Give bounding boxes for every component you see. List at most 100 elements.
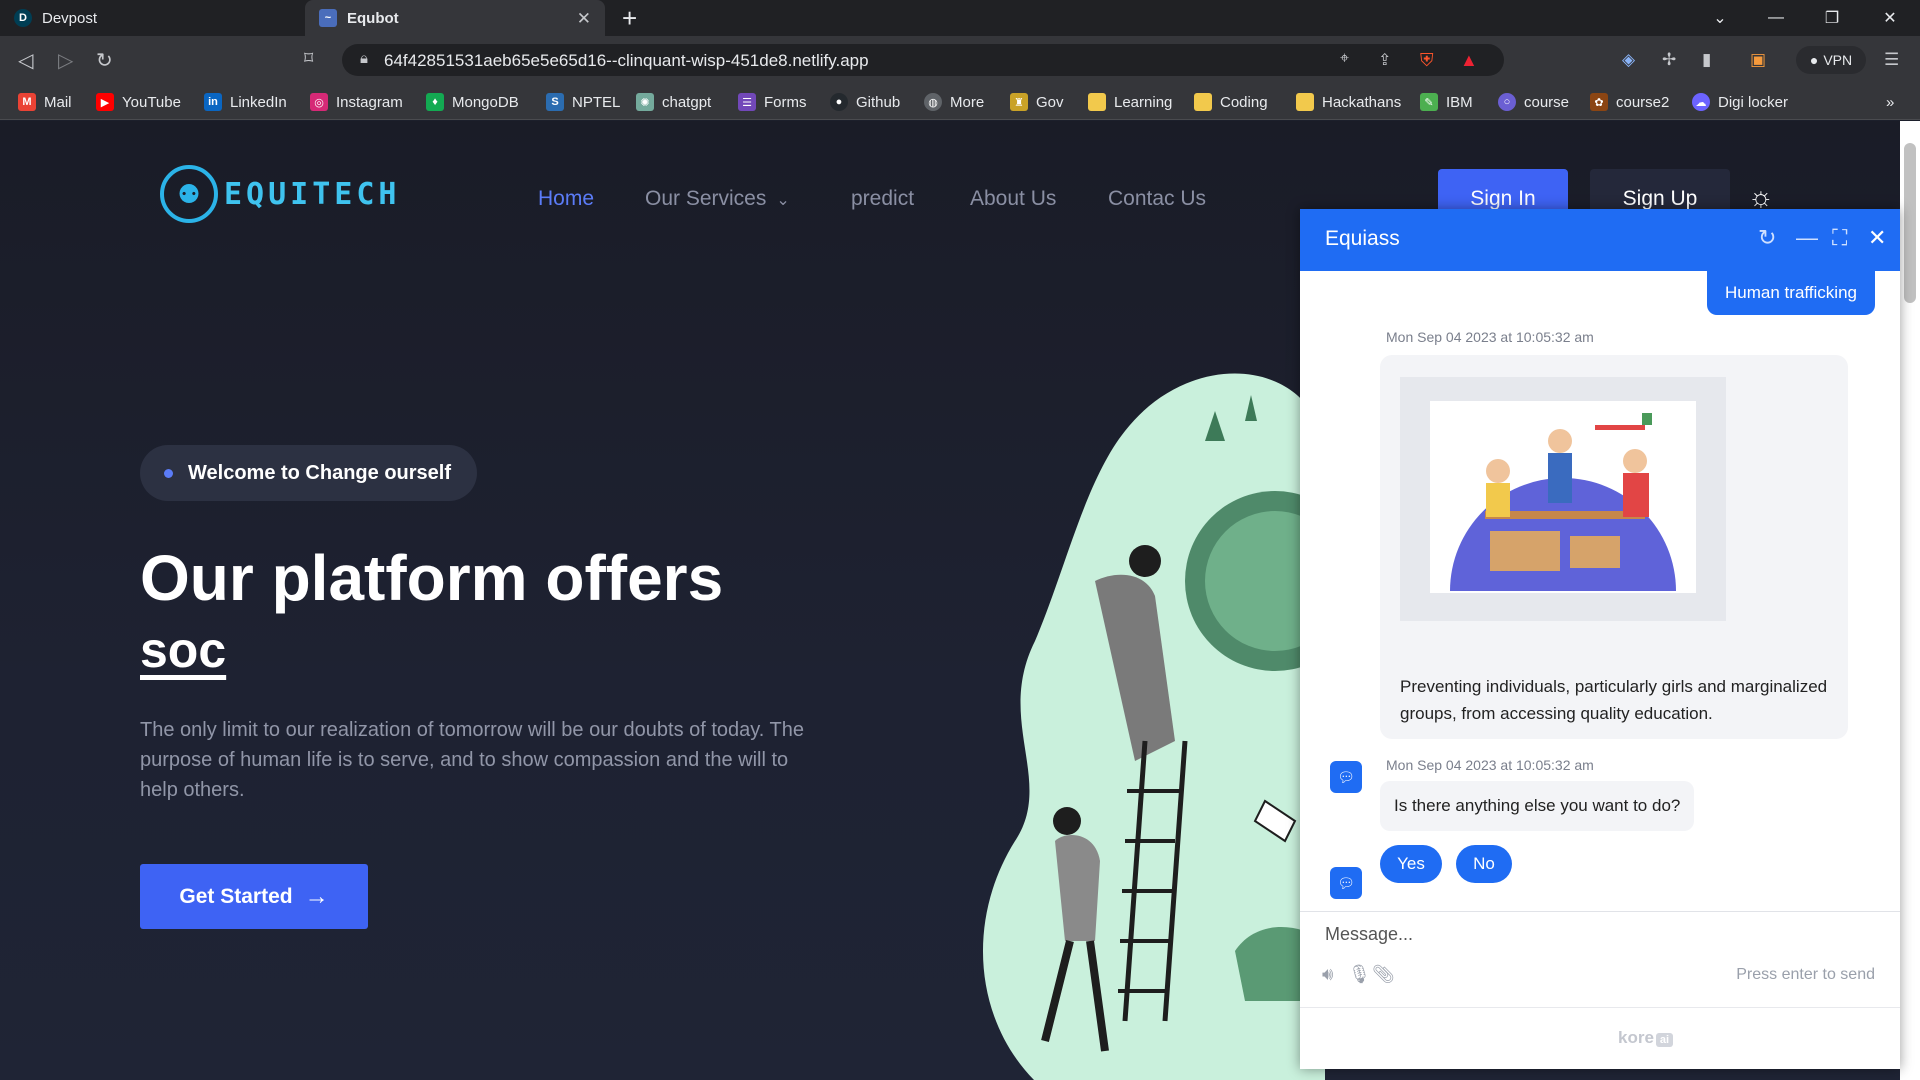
address-bar[interactable]: 🔒︎ 64f42851531aeb65e5e65d16--clinquant-w…	[342, 44, 1504, 76]
speaker-icon[interactable]: 🔊︎	[1322, 964, 1333, 985]
hero-illustration	[983, 373, 1325, 1080]
bookmark-nptel[interactable]: S NPTEL	[546, 84, 620, 120]
bookmark-label: Digi locker	[1718, 93, 1789, 111]
nav-about-us[interactable]: About Us	[970, 187, 1056, 211]
quick-reply-yes[interactable]: Yes	[1380, 845, 1442, 883]
nav-our-services[interactable]: Our Services ⌄	[645, 187, 790, 211]
forward-icon[interactable]: ▷	[58, 48, 73, 73]
chat-messages[interactable]: Human trafficking Mon Sep 04 2023 at 10:…	[1300, 271, 1900, 909]
hero-highlight: soc	[140, 622, 227, 678]
extension-diamond-icon[interactable]: ◈	[1622, 50, 1635, 70]
bookmark-hackathans[interactable]: Hackathans	[1296, 84, 1401, 120]
bookmark-digilocker[interactable]: ☁ Digi locker	[1692, 84, 1788, 120]
scrollbar-thumb[interactable]	[1904, 143, 1916, 303]
bookmark-course[interactable]: ○ course	[1498, 84, 1569, 120]
folder-icon	[1088, 93, 1106, 111]
reload-chat-icon[interactable]: ↻	[1758, 225, 1776, 251]
reload-icon[interactable]: ↻	[96, 48, 113, 73]
nptel-icon: S	[546, 93, 564, 111]
bookmark-chatgpt[interactable]: ✺ chatgpt	[636, 84, 711, 120]
get-started-button[interactable]: Get Started →	[140, 864, 368, 929]
nav-predict[interactable]: predict	[851, 187, 914, 211]
bot-avatar-icon: 💬︎	[1330, 761, 1362, 793]
vpn-dot-icon: ●	[1809, 52, 1819, 68]
bookmark-mail[interactable]: M Mail	[18, 84, 72, 120]
devpost-favicon-icon: D	[14, 9, 32, 27]
bookmark-label: Github	[856, 93, 901, 111]
bookmark-forms[interactable]: ☰ Forms	[738, 84, 807, 120]
logo-text: EQUITECH	[224, 176, 401, 212]
bookmark-instagram[interactable]: ◎ Instagram	[310, 84, 403, 120]
wallet-icon[interactable]: ▣	[1750, 50, 1766, 70]
arrow-right-icon: →	[304, 882, 329, 910]
chatbot-header: Equiass ↻ — ⛶ ✕	[1300, 209, 1900, 271]
sidebar-icon[interactable]: ▮	[1702, 50, 1711, 70]
attachment-icon[interactable]: 📎︎	[1372, 964, 1395, 985]
brand-name: kore	[1618, 1028, 1654, 1047]
bookmark-label: NPTEL	[572, 93, 621, 111]
bookmark-learning[interactable]: Learning	[1088, 84, 1172, 120]
bookmark-github[interactable]: ● Github	[830, 84, 900, 120]
get-started-label: Get Started	[179, 884, 293, 908]
tab-label: Devpost	[42, 9, 98, 27]
welcome-badge: Welcome to Change ourself	[140, 445, 478, 501]
expand-chat-icon[interactable]: ⛶	[1832, 225, 1847, 251]
bookmark-ibm[interactable]: ✎ IBM	[1420, 84, 1473, 120]
folder-icon	[1194, 93, 1212, 111]
digilocker-icon: ☁	[1692, 93, 1710, 111]
bookmark-more[interactable]: ◍ More	[924, 84, 984, 120]
nav-contact-us[interactable]: Contac Us	[1108, 187, 1206, 211]
card-image	[1400, 377, 1726, 621]
new-tab-icon[interactable]: +	[622, 3, 637, 34]
tab-equbot[interactable]: ~ Equbot ✕	[305, 0, 605, 36]
bot-message: Is there anything else you want to do?	[1380, 781, 1695, 831]
linkedin-icon: in	[204, 93, 222, 111]
minimize-chat-icon[interactable]: —	[1796, 225, 1818, 251]
tab-search-icon[interactable]: ⌄	[1692, 0, 1748, 36]
back-icon[interactable]: ◁	[18, 48, 33, 73]
extensions-puzzle-icon[interactable]: ✢	[1662, 50, 1676, 70]
close-tab-icon[interactable]: ✕	[577, 9, 591, 29]
menu-icon[interactable]: ☰	[1884, 50, 1899, 70]
card-description: Preventing individuals, particularly gir…	[1400, 677, 1828, 723]
restore-icon[interactable]: ❐	[1804, 0, 1860, 36]
vpn-label: VPN	[1823, 52, 1853, 68]
bookmark-label: Coding	[1220, 93, 1268, 111]
close-chat-icon[interactable]: ✕	[1868, 225, 1886, 251]
vpn-button[interactable]: ● VPN	[1796, 46, 1866, 74]
equbot-favicon-icon: ~	[319, 9, 337, 27]
bookmark-youtube[interactable]: ▶ YouTube	[96, 84, 181, 120]
nav-home[interactable]: Home	[538, 187, 594, 211]
bookmark-coding[interactable]: Coding	[1194, 84, 1268, 120]
bookmark-label: Instagram	[336, 93, 403, 111]
bookmark-label: MongoDB	[452, 93, 519, 111]
powered-by-logo[interactable]: kore ai	[1618, 1028, 1674, 1048]
location-icon[interactable]: ⌖	[1340, 50, 1349, 68]
bookmark-gov[interactable]: ♜ Gov	[1010, 84, 1064, 120]
microphone-icon[interactable]: 🎙︎	[1348, 964, 1371, 985]
bookmark-icon[interactable]: ⌑	[304, 48, 313, 69]
share-icon[interactable]: ⇪	[1378, 50, 1391, 70]
send-hint: Press enter to send	[1736, 966, 1875, 983]
hero-title: Our platform offers	[140, 542, 724, 614]
message-input[interactable]	[1325, 924, 1865, 945]
github-icon: ●	[830, 93, 848, 111]
bookmark-course2[interactable]: ✿ course2	[1590, 84, 1669, 120]
tab-devpost[interactable]: D Devpost	[0, 0, 305, 36]
chevron-down-icon: ⌄	[776, 192, 790, 209]
bookmark-mongodb[interactable]: ♦ MongoDB	[426, 84, 519, 120]
quick-reply-no[interactable]: No	[1456, 845, 1512, 883]
close-window-icon[interactable]: ✕	[1862, 0, 1918, 36]
bookmarks-overflow-icon[interactable]: »	[1886, 84, 1894, 120]
minimize-icon[interactable]: —	[1748, 0, 1804, 36]
message-timestamp: Mon Sep 04 2023 at 10:05:32 am	[1386, 329, 1594, 345]
bookmark-label: YouTube	[122, 93, 181, 111]
brave-rewards-icon[interactable]: ▲	[1460, 50, 1478, 71]
page-scrollbar[interactable]	[1900, 121, 1920, 1080]
course-icon: ○	[1498, 93, 1516, 111]
site-logo[interactable]: ⚉ EQUITECH	[160, 165, 401, 223]
brave-shield-icon[interactable]: ⛨	[1420, 50, 1434, 71]
bookmark-linkedin[interactable]: in LinkedIn	[204, 84, 287, 120]
badge-dot-icon	[164, 469, 173, 478]
bookmark-label: chatgpt	[662, 93, 712, 111]
